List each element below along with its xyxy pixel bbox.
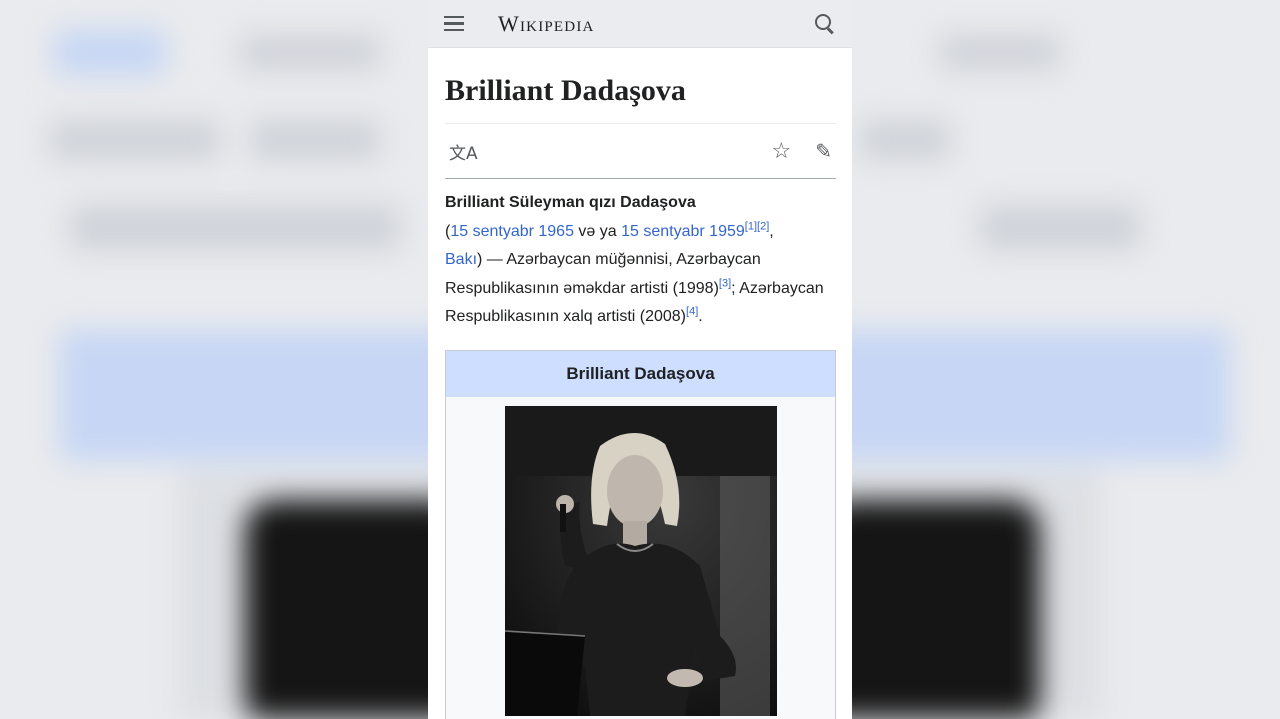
birth-date-link-2[interactable]: 15 sentyabr 1959 [621, 223, 745, 240]
infobox: Brilliant Dadaşova [445, 349, 836, 719]
article-content: Brilliant Dadaşova 文A ☆ ✎ Brilliant Süle… [428, 74, 852, 719]
infobox-title: Brilliant Dadaşova [446, 350, 835, 397]
translate-icon[interactable]: 文A [449, 139, 478, 164]
top-bar: Wikipedia [428, 0, 852, 48]
wikipedia-wordmark[interactable]: Wikipedia [498, 11, 595, 37]
reference-4[interactable]: [4] [686, 306, 698, 318]
reference-3[interactable]: [3] [719, 277, 731, 289]
reference-2[interactable]: [2] [757, 220, 769, 232]
hamburger-menu-icon[interactable] [442, 10, 470, 38]
mobile-viewport: Wikipedia Brilliant Dadaşova 文A ☆ ✎ Bril… [428, 0, 852, 719]
lead-paragraph: Brilliant Süleyman qızı Dadaşova (15 sent… [445, 194, 824, 326]
birthplace-link[interactable]: Bakı [445, 251, 477, 268]
page-actions-bar: 文A ☆ ✎ [445, 124, 836, 179]
reference-1[interactable]: [1] [745, 220, 757, 232]
subject-name: Brilliant Süleyman qızı Dadaşova [445, 194, 696, 211]
search-icon[interactable] [812, 11, 838, 37]
page-title: Brilliant Dadaşova [445, 74, 836, 124]
birth-date-link-1[interactable]: 15 sentyabr 1965 [450, 223, 574, 240]
star-icon[interactable]: ☆ [772, 139, 792, 164]
pencil-icon[interactable]: ✎ [815, 139, 832, 163]
portrait-image[interactable] [505, 405, 777, 716]
